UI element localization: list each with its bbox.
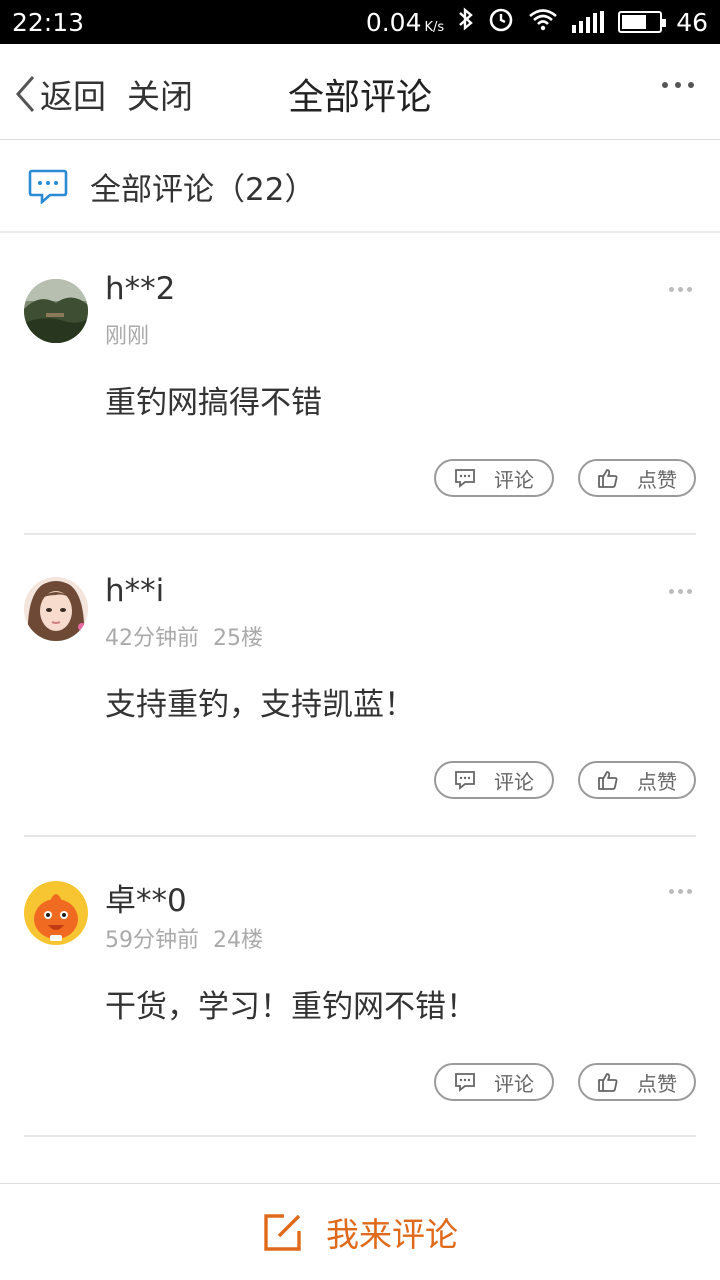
battery-icon xyxy=(618,11,667,33)
like-button[interactable]: 点赞 xyxy=(578,1063,696,1101)
avatar[interactable] xyxy=(24,279,88,343)
avatar[interactable] xyxy=(24,577,88,641)
chevron-left-icon xyxy=(15,76,35,112)
like-button[interactable]: 点赞 xyxy=(578,761,696,799)
bluetooth-icon xyxy=(458,7,474,37)
page-title: 全部评论 xyxy=(287,77,432,118)
comment-floor: 25楼 xyxy=(213,626,263,651)
comment-floor: 24楼 xyxy=(213,928,263,953)
comment-item: h**i 42分钟前 25楼 支持重钓，支持凯蓝！ 评论 点赞 xyxy=(0,535,720,837)
comment-more-icon[interactable] xyxy=(669,889,692,894)
reply-button[interactable]: 评论 xyxy=(434,1063,554,1101)
comment-username[interactable]: h**2 xyxy=(105,271,175,307)
write-comment-button[interactable]: 我来评论 xyxy=(0,1183,720,1280)
comment-meta: 59分钟前 24楼 xyxy=(105,922,263,954)
reply-button[interactable]: 评论 xyxy=(434,459,554,497)
back-label: 返回 xyxy=(40,77,106,116)
comment-more-icon[interactable] xyxy=(669,287,692,292)
divider xyxy=(24,1135,696,1137)
like-button[interactable]: 点赞 xyxy=(578,459,696,497)
status-time: 22:13 xyxy=(12,7,85,37)
battery-level: 46 xyxy=(676,7,708,37)
comment-bubble-icon xyxy=(28,169,68,204)
reply-comment-icon xyxy=(455,469,475,488)
comment-text: 支持重钓，支持凯蓝！ xyxy=(105,687,415,723)
thumbs-up-icon xyxy=(598,1073,618,1092)
status-bar: 22:13 0.04 K/s 46 xyxy=(0,0,720,44)
comment-time: 刚刚 xyxy=(105,324,150,349)
reply-button[interactable]: 评论 xyxy=(434,761,554,799)
comments-count-label: 全部评论（22） xyxy=(90,171,316,208)
comment-username[interactable]: 卓**0 xyxy=(105,875,187,920)
comment-text: 重钓网搞得不错 xyxy=(105,385,322,421)
reply-label: 评论 xyxy=(494,769,534,794)
nav-bar: 返回 关闭 全部评论 xyxy=(0,44,720,140)
back-button[interactable]: 返回 xyxy=(14,70,106,118)
comment-meta: 42分钟前 25楼 xyxy=(105,620,263,652)
comment-more-icon[interactable] xyxy=(669,589,692,594)
network-speed-unit: K/s xyxy=(424,19,445,35)
comment-meta: 刚刚 xyxy=(105,318,149,350)
reply-comment-icon xyxy=(455,1073,475,1092)
alarm-clock-icon xyxy=(488,6,514,38)
network-speed-value: 0.04 xyxy=(365,7,422,37)
thumbs-up-icon xyxy=(598,469,618,488)
cell-signal-icon xyxy=(572,11,605,33)
comment-username[interactable]: h**i xyxy=(105,573,164,609)
status-icons: 0.04 K/s 46 xyxy=(366,6,708,38)
write-comment-label: 我来评论 xyxy=(326,1215,458,1254)
more-icon[interactable] xyxy=(662,82,694,88)
like-label: 点赞 xyxy=(637,467,677,492)
reply-comment-icon xyxy=(455,771,475,790)
reply-label: 评论 xyxy=(494,1071,534,1096)
thumbs-up-icon xyxy=(598,771,618,790)
comment-time: 59分钟前 xyxy=(105,928,199,953)
comment-item: 卓**0 59分钟前 24楼 干货，学习！重钓网不错！ 评论 点赞 xyxy=(0,837,720,1139)
comment-text: 干货，学习！重钓网不错！ xyxy=(105,989,477,1025)
comments-header: 全部评论（22） xyxy=(0,141,720,233)
network-speed: 0.04 K/s xyxy=(366,8,444,37)
avatar[interactable] xyxy=(24,881,88,945)
comment-time: 42分钟前 xyxy=(105,626,199,651)
like-label: 点赞 xyxy=(637,1071,677,1096)
reply-label: 评论 xyxy=(494,467,534,492)
close-button[interactable]: 关闭 xyxy=(127,70,193,118)
comment-item: h**2 刚刚 重钓网搞得不错 评论 点赞 xyxy=(0,233,720,535)
wifi-icon xyxy=(528,7,558,37)
like-label: 点赞 xyxy=(637,769,677,794)
edit-icon xyxy=(264,1214,301,1251)
